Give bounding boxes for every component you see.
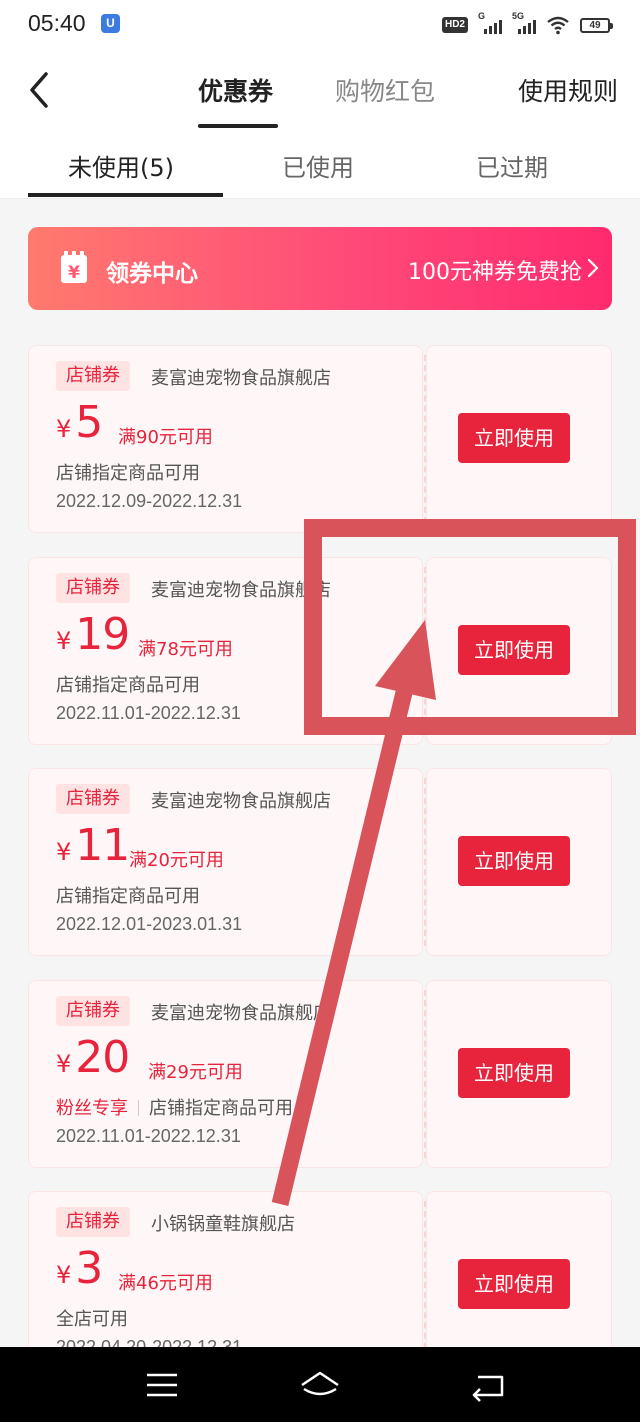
coupon-scope: 店铺指定商品可用: [56, 459, 200, 485]
coupon-validity: 2022.12.01-2023.01.31: [56, 914, 243, 934]
subtab-expired[interactable]: 已过期: [476, 148, 548, 183]
coupon-value: 11: [75, 820, 130, 871]
coupon-divider: [424, 567, 426, 735]
tab-active-indicator: [198, 124, 278, 128]
coupon-card: 店铺券 麦富迪宠物食品旗舰店 ¥5 满90元可用 店铺指定商品可用 2022.1…: [28, 345, 612, 533]
coupon-scope: 全店可用: [56, 1305, 128, 1331]
use-now-button[interactable]: 立即使用: [458, 836, 570, 886]
coupon-amount: ¥11: [56, 820, 130, 871]
coupon-scope-text: 店铺指定商品可用: [56, 463, 200, 484]
currency-symbol: ¥: [56, 627, 72, 655]
coupon-value: 3: [75, 1243, 103, 1294]
chevron-left-icon[interactable]: [22, 68, 62, 112]
subtab-active-indicator: [28, 193, 223, 197]
coupon-condition: 满20元可用: [129, 850, 224, 871]
coupon-shop-name: 小锅锅童鞋旗舰店: [151, 1214, 295, 1235]
signal-icon-2: 5G: [512, 11, 536, 36]
coupon-value: 20: [75, 1032, 130, 1083]
coupon-scope: 店铺指定商品可用: [56, 882, 200, 908]
coupon-condition: 满90元可用: [118, 427, 213, 448]
use-now-button[interactable]: 立即使用: [458, 625, 570, 675]
coupon-card: 店铺券 麦富迪宠物食品旗舰店 ¥19 满78元可用 店铺指定商品可用 2022.…: [28, 557, 612, 745]
coupon-status-tabs: 未使用(5) 已使用 已过期: [0, 130, 640, 199]
tab-red-packets[interactable]: 购物红包: [335, 72, 435, 108]
chevron-right-icon: [587, 258, 599, 278]
system-nav-bar: [0, 1347, 640, 1422]
menu-icon[interactable]: [140, 1365, 184, 1405]
banner-title: 领券中心: [106, 261, 198, 287]
tab-coupons[interactable]: 优惠券: [198, 72, 273, 108]
coupon-scope: 粉丝专享 店铺指定商品可用: [56, 1094, 293, 1120]
coupon-value: 19: [75, 609, 130, 660]
coupon-divider: [424, 355, 426, 523]
battery-icon: 49: [580, 17, 613, 33]
coupon-validity: 2022.11.01-2022.12.31: [56, 703, 241, 723]
coupon-tag: 店铺券: [56, 784, 130, 814]
coupon-shop-name: 麦富迪宠物食品旗舰店: [151, 791, 331, 812]
currency-symbol: ¥: [56, 1261, 72, 1289]
currency-symbol: ¥: [56, 838, 72, 866]
coupon-condition: 满46元可用: [118, 1273, 213, 1294]
scope-divider: [138, 1100, 139, 1116]
banner-promo: 100元神券免费抢: [408, 260, 582, 285]
coupon-tag: 店铺券: [56, 573, 130, 603]
status-bar: 05:40 U HD2 G 5G 49: [0, 0, 640, 50]
coupon-tag: 店铺券: [56, 361, 130, 391]
fans-only-label: 粉丝专享: [56, 1098, 128, 1119]
subtab-unused[interactable]: 未使用(5): [68, 148, 174, 183]
coupon-scope-text: 店铺指定商品可用: [56, 675, 200, 696]
coupon-shop-name: 麦富迪宠物食品旗舰店: [151, 580, 331, 601]
page-header: 优惠券 购物红包 使用规则: [0, 50, 640, 130]
coupon-card: 店铺券 麦富迪宠物食品旗舰店 ¥11 满20元可用 店铺指定商品可用 2022.…: [28, 768, 612, 956]
coupon-condition: 满78元可用: [138, 639, 233, 660]
coupon-amount: ¥3: [56, 1243, 103, 1294]
coupon-divider: [424, 1201, 426, 1369]
coupon-center-banner[interactable]: ¥ 领券中心 100元神券免费抢: [28, 227, 612, 310]
coupon-tag: 店铺券: [56, 1207, 130, 1237]
subtab-used[interactable]: 已使用: [282, 148, 354, 183]
use-now-button[interactable]: 立即使用: [458, 413, 570, 463]
status-time: 05:40: [28, 10, 86, 36]
coupon-condition: 满29元可用: [148, 1062, 243, 1083]
status-indicators: HD2 G 5G 49: [441, 11, 613, 38]
coupon-scope: 店铺指定商品可用: [56, 671, 200, 697]
coupon-validity: 2022.12.09-2022.12.31: [56, 491, 243, 511]
coupon-scope-text: 店铺指定商品可用: [149, 1098, 293, 1119]
signal-icon-1: G: [478, 11, 502, 36]
currency-symbol: ¥: [56, 415, 72, 443]
coupon-amount: ¥5: [56, 397, 103, 448]
use-now-button[interactable]: 立即使用: [458, 1259, 570, 1309]
coupon-scope-text: 店铺指定商品可用: [56, 886, 200, 907]
coupon-amount: ¥19: [56, 609, 130, 660]
usage-rules-link[interactable]: 使用规则: [518, 72, 618, 108]
home-icon[interactable]: [298, 1365, 342, 1405]
hd-voice-icon: HD2: [441, 17, 468, 33]
currency-symbol: ¥: [56, 1050, 72, 1078]
coupon-divider: [424, 990, 426, 1158]
coupon-divider: [424, 778, 426, 946]
coupon-shop-name: 麦富迪宠物食品旗舰店: [151, 1003, 331, 1024]
svg-text:¥: ¥: [68, 263, 80, 283]
use-now-button[interactable]: 立即使用: [458, 1048, 570, 1098]
coupon-amount: ¥20: [56, 1032, 130, 1083]
shield-app-icon: U: [101, 14, 120, 33]
back-arrow-icon[interactable]: [466, 1365, 510, 1405]
coupon-tag: 店铺券: [56, 996, 130, 1026]
wifi-icon: [547, 16, 569, 35]
coupon-scope-text: 全店可用: [56, 1309, 128, 1330]
coupon-shop-name: 麦富迪宠物食品旗舰店: [151, 368, 331, 389]
coupon-card: 店铺券 麦富迪宠物食品旗舰店 ¥20 满29元可用 粉丝专享 店铺指定商品可用 2…: [28, 980, 612, 1168]
coupon-validity: 2022.11.01-2022.12.31: [56, 1126, 241, 1146]
coupon-ticket-icon: ¥: [61, 251, 87, 283]
coupon-value: 5: [75, 397, 103, 448]
